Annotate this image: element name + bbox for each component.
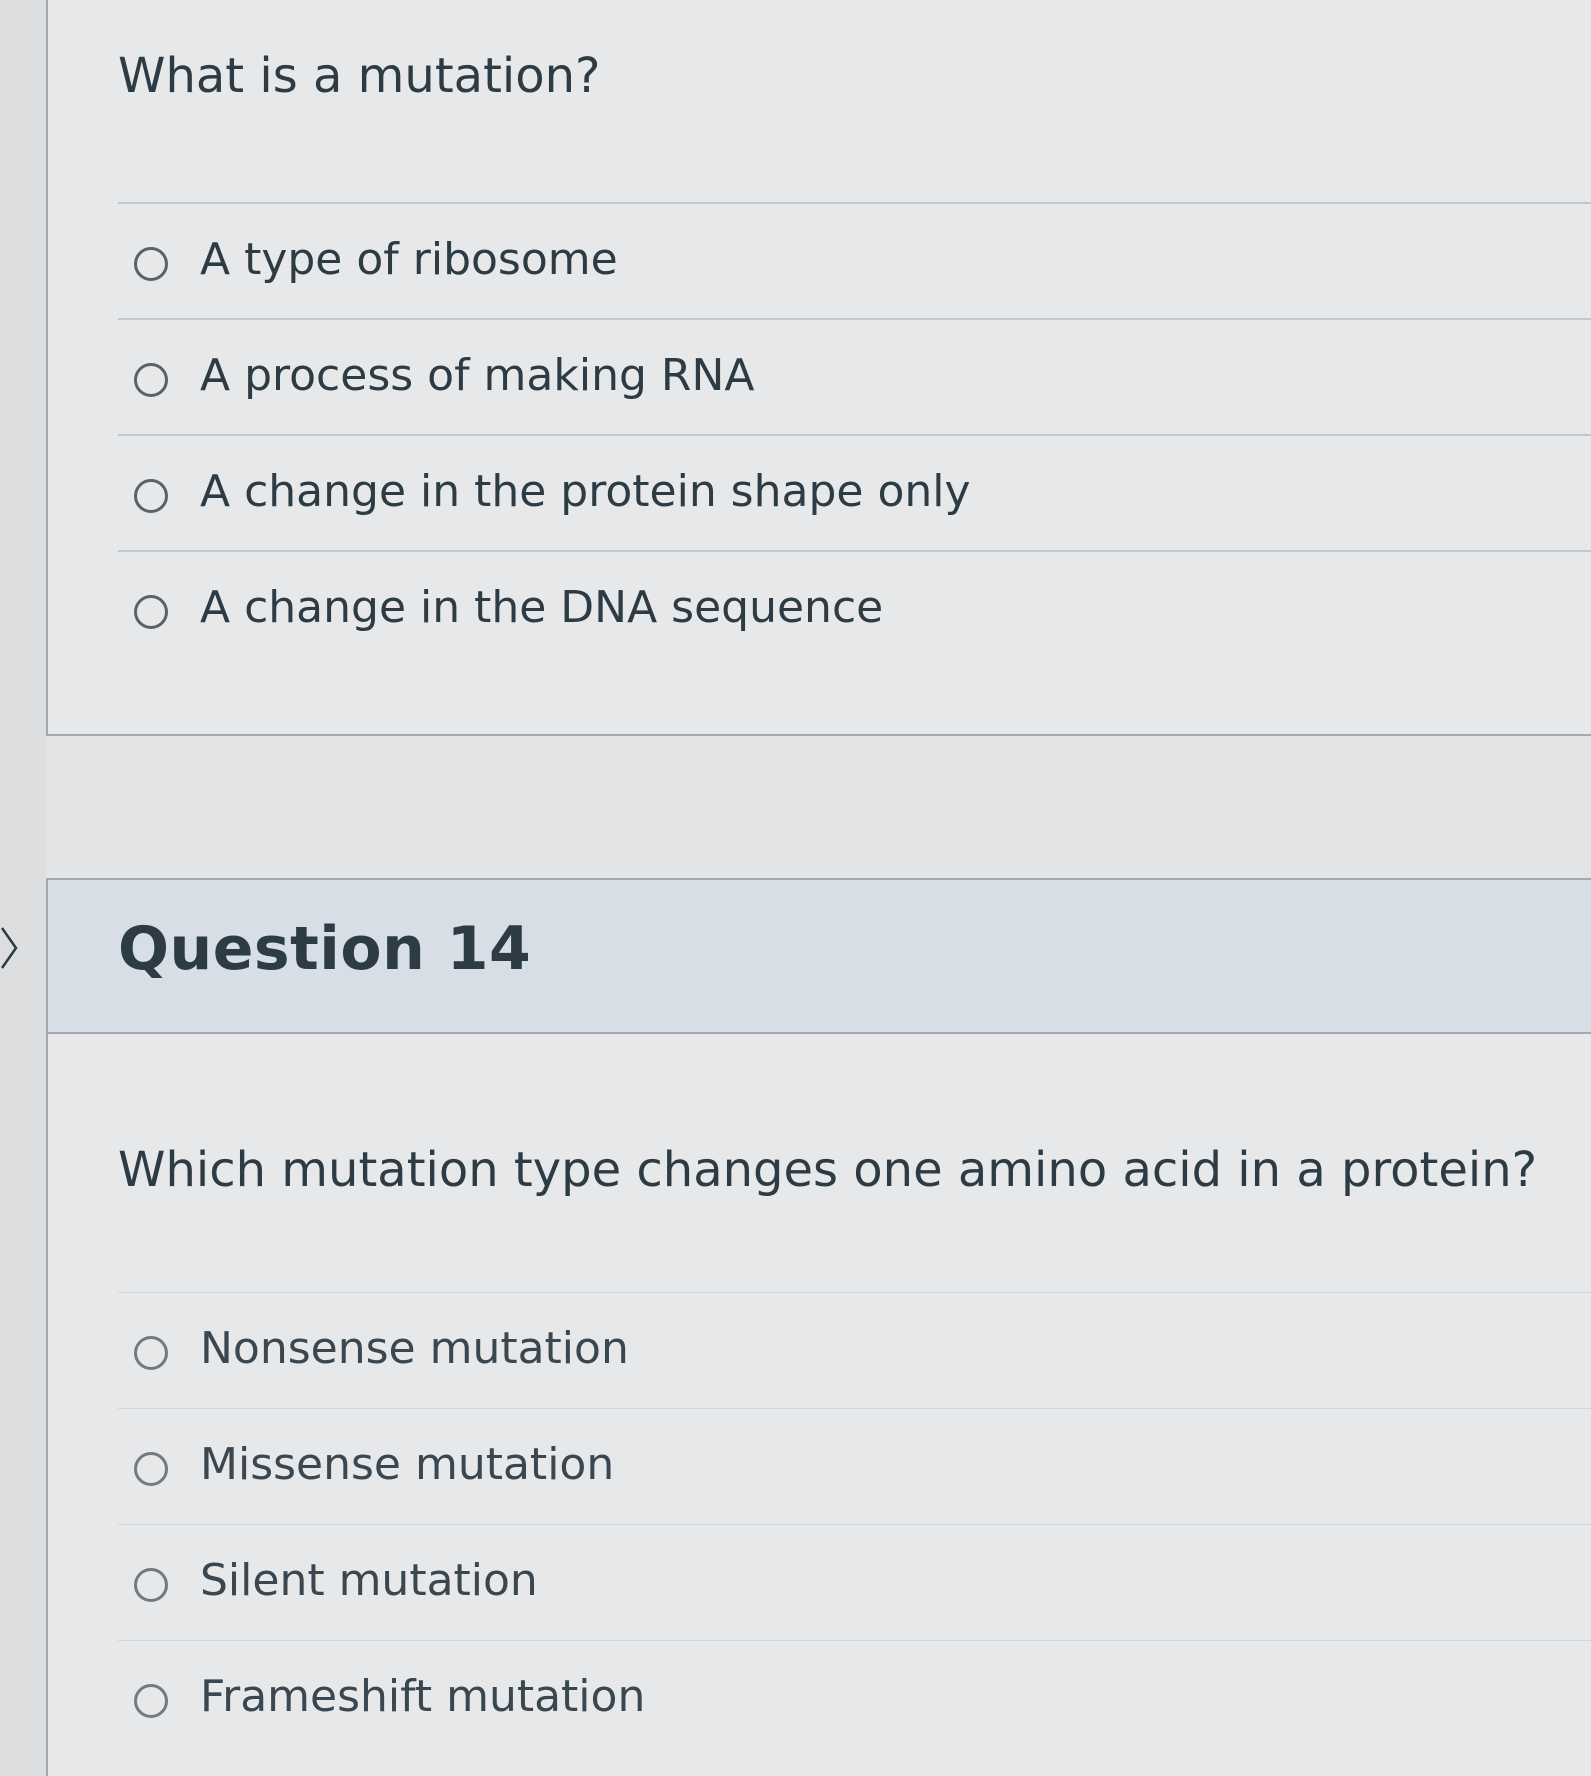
radio-button[interactable] [134, 1568, 168, 1602]
answer-option[interactable]: Missense mutation [118, 1408, 1591, 1524]
answer-option[interactable]: A change in the DNA sequence [118, 550, 1591, 666]
radio-button[interactable] [134, 1452, 168, 1486]
chevron-right-icon[interactable] [0, 926, 20, 970]
radio-button[interactable] [134, 247, 168, 281]
answer-label[interactable]: A change in the protein shape only [200, 466, 971, 517]
answer-option[interactable]: A type of ribosome [118, 202, 1591, 318]
page-left-margin [0, 0, 46, 1776]
question-card-13: What is a mutation? A type of ribosome A… [46, 0, 1591, 736]
question-card-14: Question 14 Which mutation type changes … [46, 878, 1591, 1776]
radio-button[interactable] [134, 479, 168, 513]
question-title: Question 14 [118, 914, 532, 984]
answer-label[interactable]: A type of ribosome [200, 234, 618, 285]
question-text: Which mutation type changes one amino ac… [118, 1142, 1538, 1198]
radio-button[interactable] [134, 1336, 168, 1370]
answer-option[interactable]: A process of making RNA [118, 318, 1591, 434]
answer-label[interactable]: Missense mutation [200, 1439, 614, 1490]
answer-label[interactable]: Frameshift mutation [200, 1671, 645, 1722]
answer-option[interactable]: Frameshift mutation [118, 1640, 1591, 1756]
answer-label[interactable]: Silent mutation [200, 1555, 538, 1606]
radio-button[interactable] [134, 1684, 168, 1718]
radio-button[interactable] [134, 363, 168, 397]
answer-label[interactable]: Nonsense mutation [200, 1323, 629, 1374]
answer-list: Nonsense mutation Missense mutation Sile… [118, 1292, 1591, 1756]
question-text: What is a mutation? [118, 48, 601, 104]
answer-option[interactable]: A change in the protein shape only [118, 434, 1591, 550]
answer-label[interactable]: A change in the DNA sequence [200, 582, 883, 633]
answer-label[interactable]: A process of making RNA [200, 350, 754, 401]
answer-option[interactable]: Silent mutation [118, 1524, 1591, 1640]
radio-button[interactable] [134, 595, 168, 629]
answer-option[interactable]: Nonsense mutation [118, 1292, 1591, 1408]
question-header: Question 14 [48, 880, 1591, 1034]
answer-list: A type of ribosome A process of making R… [118, 202, 1591, 666]
